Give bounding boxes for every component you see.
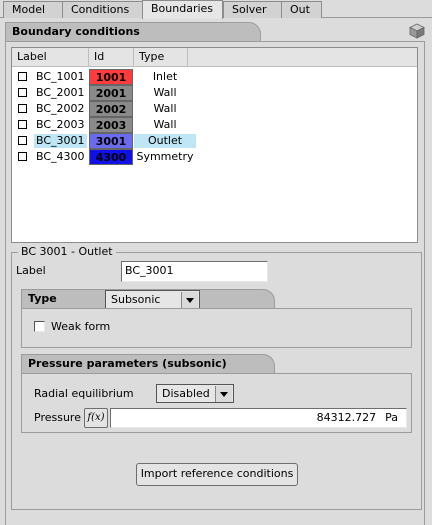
row-id-swatch: 2002 xyxy=(89,101,133,117)
type-section-title: Type xyxy=(28,292,57,305)
bc-group-title: BC 3001 - Outlet xyxy=(18,245,116,259)
tab-out[interactable]: Out xyxy=(281,1,322,18)
column-header-type[interactable]: Type xyxy=(134,48,188,67)
table-row[interactable]: BC_2003 2003 Wall xyxy=(12,117,202,133)
tab-bar: Model Conditions Boundaries Solver Out xyxy=(0,0,432,19)
row-id-swatch: 2001 xyxy=(89,85,133,101)
row-type: Wall xyxy=(153,118,177,131)
row-checkbox[interactable] xyxy=(18,120,27,129)
pressure-section-header: Pressure parameters (subsonic) xyxy=(21,354,275,374)
tab-label: Out xyxy=(290,3,310,16)
boundary-table[interactable]: Label Id Type BC_1001 1001 Inlet BC_2001… xyxy=(11,47,418,243)
pressure-unit: Pa xyxy=(385,411,398,424)
row-checkbox[interactable] xyxy=(18,136,27,145)
header-text: Id xyxy=(94,50,105,63)
fx-icon: f(x) xyxy=(87,412,105,423)
section-title: Boundary conditions xyxy=(12,25,140,38)
table-row[interactable]: BC_4300 4300 Symmetry xyxy=(12,149,202,165)
tab-label: Model xyxy=(12,3,46,16)
pressure-input[interactable]: 84312.727 Pa xyxy=(110,408,407,428)
header-text: Type xyxy=(139,50,165,63)
row-type: Symmetry xyxy=(136,150,194,163)
row-checkbox[interactable] xyxy=(18,104,27,113)
chevron-down-icon xyxy=(181,292,198,308)
label-caption: Label xyxy=(16,264,46,277)
label-input[interactable]: BC_3001 xyxy=(121,261,268,282)
row-type: Wall xyxy=(153,86,177,99)
type-select[interactable]: Subsonic xyxy=(105,290,200,309)
row-type: Outlet xyxy=(134,134,196,148)
table-row[interactable]: BC_2002 2002 Wall xyxy=(12,101,202,117)
import-button-label: Import reference conditions xyxy=(140,467,294,480)
weak-form-checkbox[interactable] xyxy=(34,321,45,332)
tab-label: Boundaries xyxy=(151,2,214,15)
tab-boundaries[interactable]: Boundaries xyxy=(142,0,223,19)
tab-conditions[interactable]: Conditions xyxy=(62,1,143,18)
column-header-id[interactable]: Id xyxy=(89,48,134,67)
row-id-swatch: 3001 xyxy=(89,133,133,149)
row-checkbox[interactable] xyxy=(18,152,27,161)
row-id-swatch: 2003 xyxy=(89,117,133,133)
cube-icon[interactable] xyxy=(409,23,425,39)
row-label: BC_2003 xyxy=(36,118,85,131)
radial-select-value: Disabled xyxy=(162,387,210,400)
pressure-value: 84312.727 xyxy=(316,411,377,424)
tab-label: Solver xyxy=(232,3,267,16)
table-row[interactable]: BC_1001 1001 Inlet xyxy=(12,69,202,85)
weak-form-label: Weak form xyxy=(51,320,111,333)
row-type: Inlet xyxy=(152,70,178,83)
row-label: BC_3001 xyxy=(34,134,87,148)
pressure-section-title: Pressure parameters (subsonic) xyxy=(28,357,227,370)
row-id-swatch: 4300 xyxy=(89,149,133,165)
radial-equilibrium-select[interactable]: Disabled xyxy=(156,384,234,403)
tab-label: Conditions xyxy=(71,3,130,16)
type-select-value: Subsonic xyxy=(111,293,161,306)
row-id-swatch: 1001 xyxy=(89,69,133,85)
tab-solver[interactable]: Solver xyxy=(223,1,282,18)
tab-model[interactable]: Model xyxy=(3,1,63,18)
row-type: Wall xyxy=(153,102,177,115)
table-row-selected[interactable]: BC_3001 3001 Outlet xyxy=(12,133,202,149)
row-label: BC_4300 xyxy=(36,150,85,163)
row-label: BC_2002 xyxy=(36,102,85,115)
column-header-filler xyxy=(188,48,417,67)
formula-button[interactable]: f(x) xyxy=(84,408,108,428)
row-checkbox[interactable] xyxy=(18,88,27,97)
import-reference-conditions-button[interactable]: Import reference conditions xyxy=(136,463,298,486)
chevron-down-icon xyxy=(215,386,232,402)
table-row[interactable]: BC_2001 2001 Wall xyxy=(12,85,202,101)
pressure-label: Pressure xyxy=(34,411,81,424)
row-label: BC_1001 xyxy=(36,70,85,83)
header-text: Label xyxy=(17,50,47,63)
radial-equilibrium-label: Radial equilibrium xyxy=(34,387,134,400)
boundary-conditions-header: Boundary conditions xyxy=(5,22,261,42)
column-header-label[interactable]: Label xyxy=(12,48,89,67)
row-label: BC_2001 xyxy=(36,86,85,99)
row-checkbox[interactable] xyxy=(18,72,27,81)
